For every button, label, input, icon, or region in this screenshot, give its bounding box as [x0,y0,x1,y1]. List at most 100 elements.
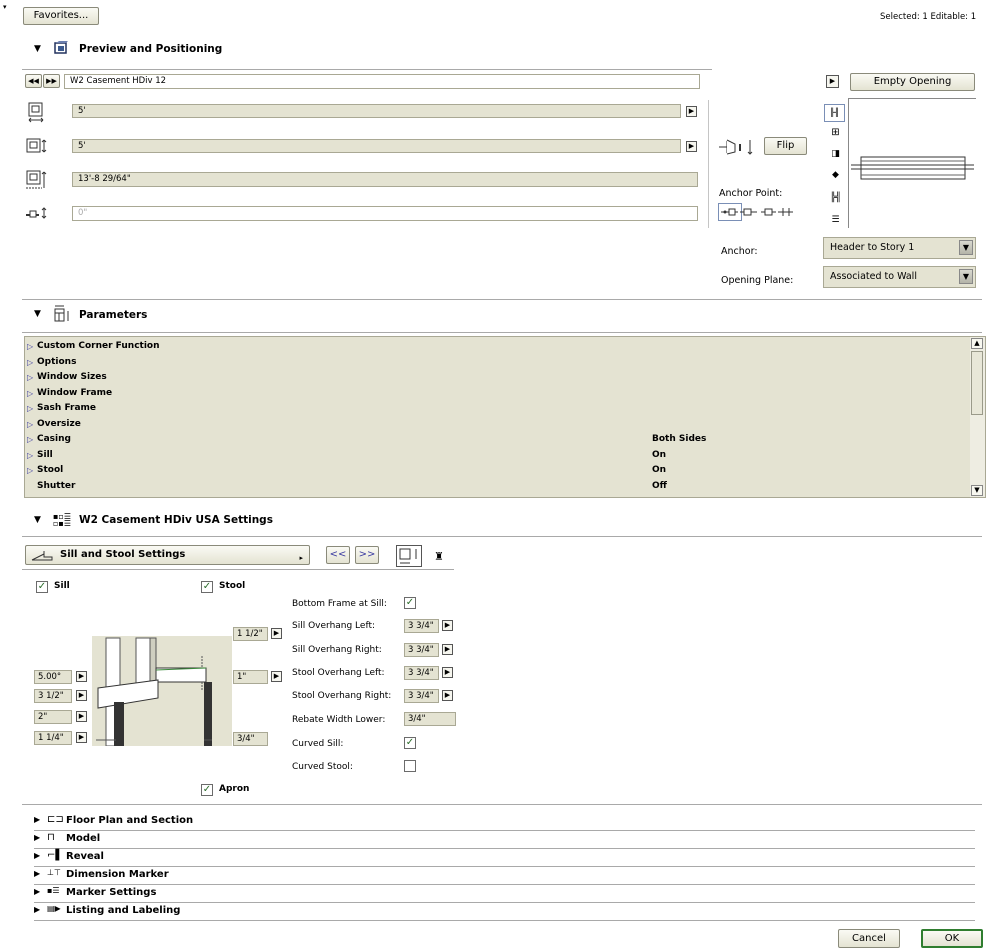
ok-button[interactable]: OK [921,929,983,948]
section-listing[interactable]: ▶ ▤▶ Listing and Labeling [0,902,999,921]
height-arrow[interactable]: ▶ [686,141,697,152]
expand-icon[interactable]: ▶ [34,905,40,914]
prev-page-button[interactable]: << [326,546,350,564]
param-row[interactable]: Window Sizes [37,370,107,385]
empty-opening-button[interactable]: Empty Opening [850,73,975,91]
view-front-icon[interactable]: ⊞ [828,124,843,140]
sill-angle-field[interactable]: 5.00° [34,670,72,684]
section-floor-plan[interactable]: ▶ ⊏⊐ Floor Plan and Section [0,812,999,831]
curved-stool-checkbox[interactable] [404,760,416,772]
anchor-point-right-icon[interactable] [760,205,778,219]
param-row[interactable]: Casing [37,432,71,447]
expand-param-icon[interactable]: ▷ [27,417,33,432]
expand-param-icon[interactable]: ▷ [27,448,33,463]
sill-depth-field[interactable]: 3 1/2" [34,689,72,703]
collapse-settings-icon[interactable]: ▼ [34,515,41,525]
paint-icon[interactable]: ♜ [431,547,447,565]
expand-icon[interactable]: ▶ [34,815,40,824]
expand-param-icon[interactable]: ▷ [27,432,33,447]
scroll-up-icon[interactable]: ▲ [971,338,983,349]
stool-overhang-left-arrow[interactable]: ▶ [442,667,453,678]
view-3d-icon[interactable]: ◆ [828,167,843,183]
expand-icon[interactable]: ▶ [34,887,40,896]
dimension-mid-right-field[interactable]: 1" [233,670,268,684]
stool-checkbox[interactable]: ✓ [201,581,213,593]
expand-param-icon[interactable]: ▷ [27,339,33,354]
sill-overhang-left-field[interactable]: 3 3/4" [404,619,439,633]
rebate-width-field[interactable]: 3/4" [404,712,456,726]
next-page-button[interactable]: >> [355,546,379,564]
param-row[interactable]: Window Frame [37,386,112,401]
parameters-list[interactable] [24,336,986,498]
cancel-button[interactable]: Cancel [838,929,900,948]
opening-plane-select[interactable]: Associated to Wall ▼ [823,266,976,288]
dropdown-marker-icon[interactable]: ▾ [3,3,7,11]
expand-param-icon[interactable]: ▷ [27,401,33,416]
expand-param-icon[interactable]: ▷ [27,386,33,401]
stool-overhang-left-field[interactable]: 3 3/4" [404,666,439,680]
expand-icon[interactable]: ▶ [34,851,40,860]
param-row[interactable]: Sash Frame [37,401,96,416]
section-dimension-marker[interactable]: ▶ ⊥⊤ Dimension Marker [0,866,999,885]
section-marker-settings[interactable]: ▶ ▪☰ Marker Settings [0,884,999,903]
view-list-icon[interactable]: ☰ [828,212,843,228]
object-name-field[interactable]: W2 Casement HDiv 12 [64,74,700,89]
sill-height-field[interactable]: 2" [34,710,72,724]
flip-button[interactable]: Flip [764,137,807,155]
width-field[interactable]: 5' [72,104,681,118]
view-elevation-icon[interactable]: ╠╣ [828,190,843,206]
story-height-field[interactable]: 13'-8 29/64" [72,172,698,187]
expand-param-icon[interactable]: ▷ [27,370,33,385]
anchor-point-center-icon[interactable] [739,205,759,219]
anchor-select[interactable]: Header to Story 1 ▼ [823,237,976,259]
parameters-scrollbar[interactable]: ▲ ▼ [970,337,985,497]
param-row[interactable]: Sill [37,448,53,463]
dimension-top-right-arrow[interactable]: ▶ [271,628,282,639]
param-row[interactable]: Shutter [37,479,75,494]
sill-overhang-right-field[interactable]: 3 3/4" [404,643,439,657]
sill-overhang-left-arrow[interactable]: ▶ [442,620,453,631]
sill-thickness-field[interactable]: 1 1/4" [34,731,72,745]
sill-height-arrow[interactable]: ▶ [76,711,87,722]
section-reveal[interactable]: ▶ ⌐▌ Reveal [0,848,999,867]
prev-object-button[interactable]: ◀◀ [25,74,42,88]
expand-icon[interactable]: ▶ [34,869,40,878]
dimension-top-right-field[interactable]: 1 1/2" [233,627,268,641]
param-row[interactable]: Custom Corner Function [37,339,160,354]
dimension-bottom-right-field[interactable]: 3/4" [233,732,268,746]
curved-sill-checkbox[interactable]: ✓ [404,737,416,749]
resize-preview-button[interactable] [396,545,422,567]
scroll-thumb[interactable] [971,351,983,415]
collapse-parameters-icon[interactable]: ▼ [34,309,41,319]
page-select[interactable]: Sill and Stool Settings ▸ [25,545,310,565]
expand-param-icon[interactable]: ▷ [27,463,33,478]
anchor-dropdown-icon[interactable]: ▼ [959,240,973,255]
stool-overhang-right-field[interactable]: 3 3/4" [404,689,439,703]
next-object-button[interactable]: ▶▶ [43,74,60,88]
view-tab-plan[interactable]: ╟╢ [824,104,845,122]
opening-plane-dropdown-icon[interactable]: ▼ [959,269,973,284]
sill-overhang-right-arrow[interactable]: ▶ [442,644,453,655]
stool-overhang-right-arrow[interactable]: ▶ [442,690,453,701]
expand-param-icon[interactable]: ▷ [27,355,33,370]
sill-depth-arrow[interactable]: ▶ [76,690,87,701]
bottom-frame-checkbox[interactable]: ✓ [404,597,416,609]
anchor-point-left-icon[interactable] [720,205,740,219]
sill-checkbox[interactable]: ✓ [36,581,48,593]
view-side-icon[interactable]: ◨ [828,146,843,162]
dimension-mid-right-arrow[interactable]: ▶ [271,671,282,682]
offset-field[interactable]: 0" [72,206,698,221]
expand-icon[interactable]: ▶ [34,833,40,842]
height-field[interactable]: 5' [72,139,681,153]
favorites-button[interactable]: Favorites... [23,7,99,25]
sill-thickness-arrow[interactable]: ▶ [76,732,87,743]
scroll-down-icon[interactable]: ▼ [971,485,983,496]
width-arrow[interactable]: ▶ [686,106,697,117]
section-model[interactable]: ▶ ⊓ Model [0,830,999,849]
anchor-point-side-icon[interactable] [777,205,795,219]
collapse-preview-icon[interactable]: ▼ [34,44,41,54]
param-row[interactable]: Stool [37,463,63,478]
param-row[interactable]: Oversize [37,417,81,432]
apron-checkbox[interactable]: ✓ [201,784,213,796]
sill-angle-arrow[interactable]: ▶ [76,671,87,682]
